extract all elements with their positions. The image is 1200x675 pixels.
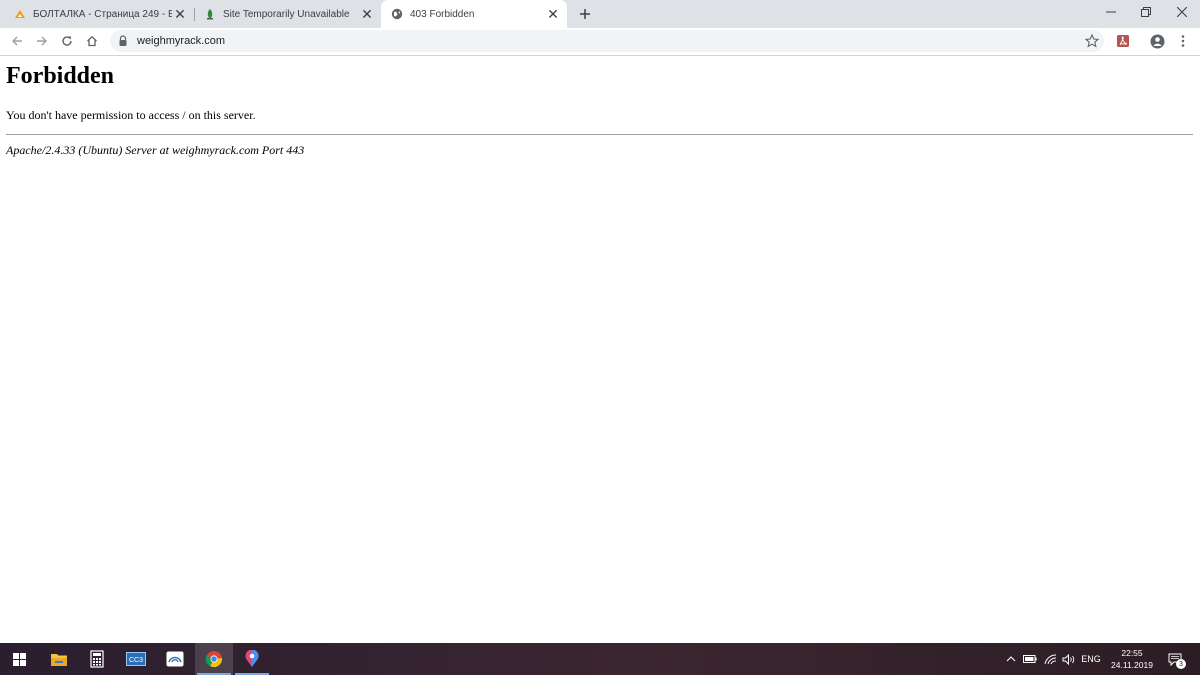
forward-arrow-icon xyxy=(37,36,47,46)
taskbar-file-explorer[interactable] xyxy=(40,643,78,675)
file-explorer-icon xyxy=(51,653,67,666)
orange-forum-icon xyxy=(15,10,25,18)
server-signature: Apache/2.4.33 (Ubuntu) Server at weighmy… xyxy=(6,143,305,157)
svg-text:CC3: CC3 xyxy=(129,657,143,664)
tab-close-icon[interactable]: ✕ xyxy=(359,6,375,22)
tray-volume[interactable] xyxy=(1060,651,1076,667)
tray-language[interactable]: ENG xyxy=(1080,651,1102,667)
browser-toolbar: weighmyrack.com xyxy=(0,28,1200,56)
network-app-icon xyxy=(166,651,184,667)
chrome-icon xyxy=(205,651,222,668)
maps-pin-icon xyxy=(245,650,259,667)
tab-site-unavailable[interactable]: Site Temporarily Unavailable ✕ xyxy=(195,0,381,28)
taskbar-network-app[interactable] xyxy=(156,643,194,675)
avatar-icon xyxy=(1150,34,1164,48)
minimize-button[interactable] xyxy=(1093,0,1129,24)
speaker-icon xyxy=(1062,653,1074,665)
new-tab-button[interactable] xyxy=(574,3,596,25)
url-text: weighmyrack.com xyxy=(137,35,226,47)
profile-button[interactable] xyxy=(1146,30,1168,52)
tab-close-icon[interactable]: ✕ xyxy=(172,6,188,22)
tray-clock[interactable]: 22:55 24.11.2019 xyxy=(1104,647,1160,671)
tab-close-icon[interactable]: ✕ xyxy=(545,6,561,22)
tab-title: 403 Forbidden xyxy=(410,8,475,20)
page-title: Forbidden xyxy=(6,63,115,89)
tab-title: Site Temporarily Unavailable xyxy=(223,8,350,20)
clock-time: 22:55 xyxy=(1121,648,1143,658)
pdf-extension-button[interactable] xyxy=(1112,30,1134,52)
windows-taskbar: CC3 ENG 22:55 24.11.2019 3 xyxy=(0,643,1200,675)
cc3-app-icon: CC3 xyxy=(126,652,146,666)
taskbar-cc3[interactable]: CC3 xyxy=(117,643,155,675)
forward-button[interactable] xyxy=(31,30,53,52)
page-content: Forbidden You don't have permission to a… xyxy=(0,56,1200,643)
address-bar[interactable]: weighmyrack.com xyxy=(110,30,1104,52)
globe-icon xyxy=(391,8,403,20)
tray-wifi[interactable] xyxy=(1042,651,1058,667)
clock-date: 24.11.2019 xyxy=(1111,660,1153,670)
close-window-button[interactable] xyxy=(1164,0,1200,24)
lock-icon xyxy=(119,35,127,46)
tray-overflow-button[interactable] xyxy=(1004,651,1018,667)
notifications-count-badge: 3 xyxy=(1176,659,1186,669)
minimize-icon xyxy=(1106,11,1116,13)
back-arrow-icon xyxy=(12,36,22,46)
plus-icon xyxy=(580,9,590,19)
restore-button[interactable] xyxy=(1128,0,1164,24)
home-icon xyxy=(87,35,97,47)
battery-icon xyxy=(1023,655,1037,663)
horizontal-rule xyxy=(6,134,1193,135)
taskbar-maps[interactable] xyxy=(233,643,271,675)
taskbar-chrome[interactable] xyxy=(195,643,233,675)
taskbar-calculator[interactable] xyxy=(78,643,116,675)
reload-icon xyxy=(62,36,72,46)
calculator-icon xyxy=(90,650,104,668)
tab-403-forbidden[interactable]: 403 Forbidden ✕ xyxy=(381,0,567,28)
windows-start-icon xyxy=(12,652,26,666)
tab-boltalka[interactable]: БОЛТАЛКА - Страница 249 - Бо ✕ xyxy=(0,0,194,28)
pdf-extension-icon xyxy=(1117,35,1129,47)
start-button[interactable] xyxy=(0,643,38,675)
error-message: You don't have permission to access / on… xyxy=(6,108,256,122)
back-button[interactable] xyxy=(6,30,28,52)
close-icon xyxy=(1177,7,1187,17)
restore-icon xyxy=(1141,7,1151,17)
tab-title: БОЛТАЛКА - Страница 249 - Бо xyxy=(33,8,172,20)
kebab-menu-icon xyxy=(1181,35,1185,47)
reload-button[interactable] xyxy=(56,30,78,52)
menu-button[interactable] xyxy=(1172,30,1194,52)
bookmark-star-icon[interactable] xyxy=(1084,33,1100,49)
home-button[interactable] xyxy=(81,30,103,52)
tab-strip: БОЛТАЛКА - Страница 249 - Бо ✕ Site Temp… xyxy=(0,0,1200,28)
green-leaf-icon xyxy=(207,9,213,20)
tray-battery[interactable] xyxy=(1022,651,1038,667)
chevron-up-icon xyxy=(1006,656,1016,662)
wifi-icon xyxy=(1044,653,1056,664)
